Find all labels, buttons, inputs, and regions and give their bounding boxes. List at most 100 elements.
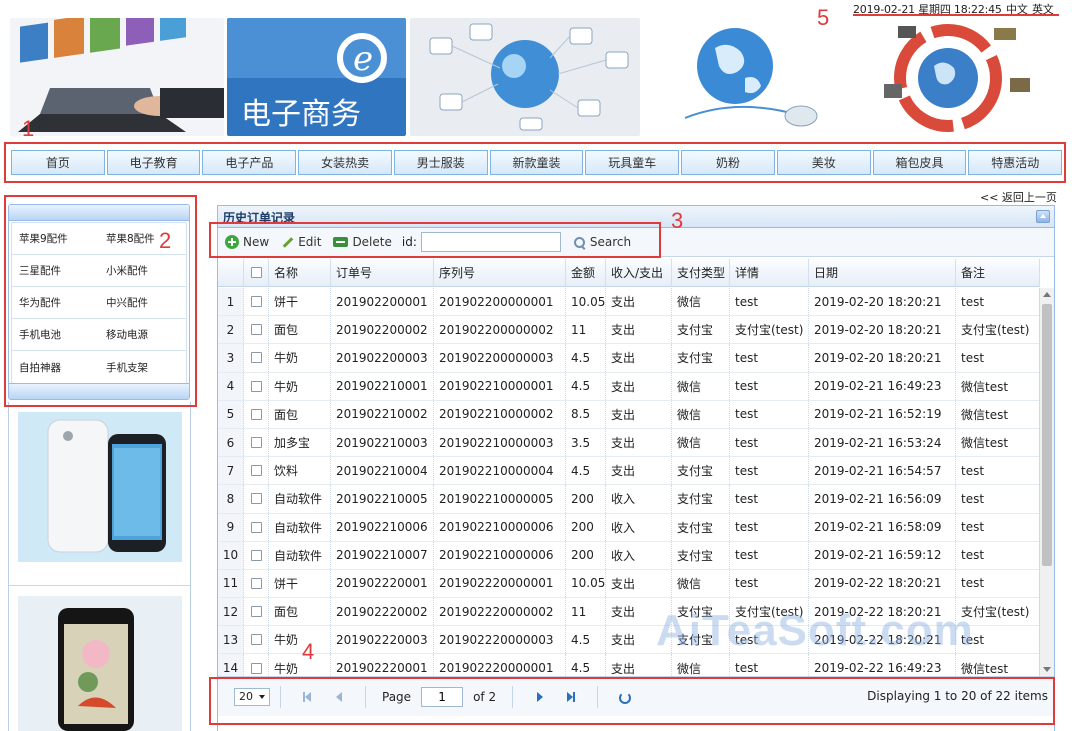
column-header[interactable]: 订单号 xyxy=(331,259,434,286)
row-select[interactable] xyxy=(244,428,269,457)
grid-scrollbar[interactable] xyxy=(1039,288,1054,676)
row-number: 1 xyxy=(218,288,244,316)
table-row[interactable]: 5 面包 201902210002 201902210000002 8.5 支出 微信 tes… xyxy=(218,400,1040,429)
row-number: 12 xyxy=(218,598,244,626)
nav-item-kids[interactable]: 新款童装 xyxy=(489,150,584,175)
product-image-white-phone[interactable] xyxy=(18,412,182,562)
collapse-icon[interactable] xyxy=(1036,210,1050,223)
row-select[interactable] xyxy=(244,598,269,626)
table-cell: 2019-02-21 16:49:23 xyxy=(809,372,956,400)
row-select[interactable] xyxy=(244,485,269,513)
nav-item-bags[interactable]: 箱包皮具 xyxy=(872,150,967,175)
first-page-icon[interactable] xyxy=(296,686,318,708)
checkbox-icon xyxy=(250,634,262,646)
column-header[interactable]: 日期 xyxy=(809,259,956,286)
table-cell: 2019-02-22 18:20:21 xyxy=(809,569,956,598)
row-select[interactable] xyxy=(244,316,269,344)
column-header[interactable]: 名称 xyxy=(269,259,331,286)
table-row[interactable]: 1 饼干 201902200001 201902200000001 10.05 支出 微信 t… xyxy=(218,288,1040,317)
row-select[interactable] xyxy=(244,400,269,428)
nav-item-beauty[interactable]: 美妆 xyxy=(776,150,871,175)
row-select[interactable] xyxy=(244,626,269,654)
sidebar-item[interactable]: 手机支架 xyxy=(99,360,186,375)
table-row[interactable]: 13 牛奶 201902220003 201902220000003 4.5 支出 支付宝 t… xyxy=(218,626,1040,655)
row-select[interactable] xyxy=(244,541,269,569)
sidebar-item[interactable]: 中兴配件 xyxy=(99,295,186,310)
table-row[interactable]: 6 加多宝 201902210003 201902210000003 3.5 支出 微信 te… xyxy=(218,428,1040,458)
page-size-select[interactable]: 20 xyxy=(234,687,270,706)
prev-page-icon[interactable] xyxy=(328,686,350,708)
table-cell: 支出 xyxy=(606,626,672,654)
sidebar-item[interactable]: 小米配件 xyxy=(99,263,186,278)
column-header[interactable]: 金额 xyxy=(566,259,606,286)
table-cell: 微信 xyxy=(672,288,730,316)
sidebar-item[interactable]: 手机电池 xyxy=(12,327,99,342)
table-row[interactable]: 4 牛奶 201902210001 201902210000001 4.5 支出 微信 tes… xyxy=(218,372,1040,401)
edit-button[interactable]: Edit xyxy=(281,235,321,249)
sidebar-item[interactable]: 苹果9配件 xyxy=(12,231,99,246)
page-number-input[interactable] xyxy=(421,686,464,707)
table-cell: 201902210006 xyxy=(331,513,434,541)
table-cell: 201902210003 xyxy=(331,428,434,457)
nav-item-mens[interactable]: 男士服装 xyxy=(393,150,488,175)
table-row[interactable]: 14 牛奶 201902220001 201902220000001 4.5 支出 微信 te… xyxy=(218,654,1040,676)
nav-item-deals[interactable]: 特惠活动 xyxy=(968,150,1063,175)
scroll-thumb[interactable] xyxy=(1042,304,1052,566)
table-row[interactable]: 11 饼干 201902220001 201902220000001 10.05 支出 微信… xyxy=(218,569,1040,599)
nav-item-toys[interactable]: 玩具童车 xyxy=(585,150,680,175)
sidebar-item[interactable]: 移动电源 xyxy=(99,327,186,342)
table-row[interactable]: 12 面包 201902220002 201902220000002 11 支出 支付宝 支付… xyxy=(218,598,1040,627)
column-header[interactable]: 详情 xyxy=(730,259,809,286)
sidebar-item[interactable]: 三星配件 xyxy=(12,263,99,278)
row-select[interactable] xyxy=(244,457,269,485)
table-cell: 201902220000003 xyxy=(434,626,566,654)
new-button[interactable]: New xyxy=(225,235,269,249)
column-header[interactable]: 收入/支出 xyxy=(606,259,672,286)
row-select[interactable] xyxy=(244,513,269,541)
table-row[interactable]: 8 自动软件 201902210005 201902210000005 200 收入 支付宝… xyxy=(218,485,1040,514)
row-select[interactable] xyxy=(244,372,269,400)
table-row[interactable]: 3 牛奶 201902200003 201902200000003 4.5 支出 支付宝 te… xyxy=(218,344,1040,373)
search-icon xyxy=(573,236,586,249)
id-search-input[interactable] xyxy=(420,232,561,252)
table-row[interactable]: 2 面包 201902200002 201902200000002 11 支出 支付宝 支付宝… xyxy=(218,316,1040,345)
row-select[interactable] xyxy=(244,569,269,598)
delete-button[interactable]: Delete xyxy=(333,235,392,249)
checkbox-icon xyxy=(250,267,262,278)
nav-item-home[interactable]: 首页 xyxy=(11,150,105,175)
column-header[interactable]: 序列号 xyxy=(434,259,566,286)
table-cell: 支付宝(test) xyxy=(730,316,809,344)
column-header[interactable]: 支付类型 xyxy=(672,259,730,286)
row-select[interactable] xyxy=(244,288,269,316)
product-image-screen-protector[interactable] xyxy=(18,596,182,731)
panel-title-bar: 历史订单记录 xyxy=(218,206,1054,228)
sidebar-item[interactable]: 华为配件 xyxy=(12,295,99,310)
table-cell: test xyxy=(956,288,1040,316)
table-row[interactable]: 9 自动软件 201902210006 201902210000006 200 收入 支付宝… xyxy=(218,513,1040,542)
table-cell: test xyxy=(956,569,1040,598)
refresh-icon[interactable] xyxy=(613,686,635,708)
table-row[interactable]: 10 自动软件 201902210007 201902210000006 200 收入 支付… xyxy=(218,541,1040,570)
nav-item-electronics[interactable]: 电子产品 xyxy=(202,150,297,175)
row-select[interactable] xyxy=(244,344,269,372)
column-header[interactable]: 备注 xyxy=(956,259,1040,286)
scroll-down-icon[interactable] xyxy=(1043,667,1051,672)
next-page-icon[interactable] xyxy=(528,686,550,708)
last-page-icon[interactable] xyxy=(560,686,582,708)
back-link[interactable]: << 返回上一页 xyxy=(980,189,1057,205)
nav-item-formula[interactable]: 奶粉 xyxy=(681,150,775,175)
nav-item-womens[interactable]: 女装热卖 xyxy=(298,150,392,175)
row-select[interactable] xyxy=(244,654,269,676)
sidebar-item[interactable]: 苹果8配件 xyxy=(99,231,186,246)
table-cell: 支出 xyxy=(606,569,672,598)
table-cell: 4.5 xyxy=(566,654,606,676)
table-cell: 200 xyxy=(566,541,606,569)
header-select-all[interactable] xyxy=(244,259,269,286)
sidebar-item[interactable]: 自拍神器 xyxy=(12,360,99,375)
table-cell: 2019-02-21 16:59:12 xyxy=(809,541,956,569)
scroll-up-icon[interactable] xyxy=(1043,292,1051,297)
nav-item-education[interactable]: 电子教育 xyxy=(106,150,201,175)
search-button[interactable]: Search xyxy=(573,235,631,249)
table-cell: test xyxy=(956,344,1040,372)
table-row[interactable]: 7 饮料 201902210004 201902210000004 4.5 支出 支付宝 te… xyxy=(218,457,1040,486)
